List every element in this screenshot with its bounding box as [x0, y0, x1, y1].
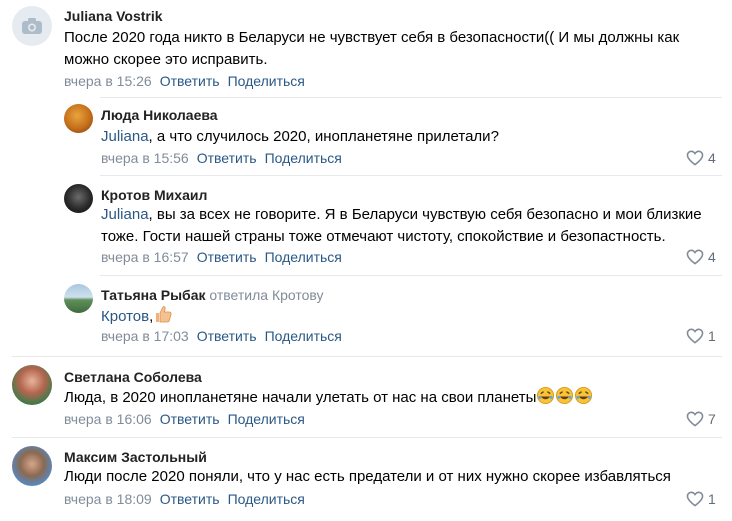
share-button[interactable]: Поделиться — [228, 491, 305, 507]
comment-time[interactable]: вчера в 16:06 — [64, 411, 152, 427]
heart-outline-icon — [686, 150, 704, 166]
comment-time[interactable]: вчера в 18:09 — [64, 491, 152, 507]
camera-icon — [22, 18, 42, 34]
author-name[interactable]: Кротов Михаил — [101, 187, 207, 203]
comment-time[interactable]: вчера в 15:26 — [64, 73, 152, 89]
mention-link[interactable]: Juliana — [101, 206, 149, 223]
like-button[interactable]: 1 — [686, 328, 716, 344]
avatar[interactable] — [12, 446, 52, 486]
mention-link[interactable]: Кротов — [101, 308, 149, 325]
avatar[interactable] — [12, 6, 52, 46]
share-button[interactable]: Поделиться — [228, 73, 305, 89]
like-count: 1 — [708, 328, 716, 344]
divider — [12, 356, 722, 357]
comment-text: После 2020 года никто в Беларуси не чувс… — [64, 29, 680, 68]
like-count: 4 — [708, 150, 716, 166]
avatar[interactable] — [64, 184, 93, 213]
author-name[interactable]: Светлана Соболева — [64, 369, 202, 385]
reply-button[interactable]: Ответить — [197, 150, 257, 166]
divider — [100, 97, 722, 98]
like-button[interactable]: 4 — [686, 249, 716, 265]
thumbs-up-emoji-icon — [153, 304, 173, 324]
comment-text: Люда, в 2020 инопланетяне начали улетать… — [64, 386, 704, 409]
like-count: 1 — [708, 491, 716, 507]
divider — [100, 175, 722, 176]
rofl-emoji-icon — [574, 386, 593, 405]
reply-button[interactable]: Ответить — [160, 411, 220, 427]
comment-time[interactable]: вчера в 15:56 — [101, 150, 189, 166]
rofl-emoji-icon — [536, 386, 555, 405]
reply-button[interactable]: Ответить — [160, 73, 220, 89]
share-button[interactable]: Поделиться — [265, 249, 342, 265]
share-button[interactable]: Поделиться — [228, 411, 305, 427]
reply-button[interactable]: Ответить — [197, 249, 257, 265]
like-button[interactable]: 4 — [686, 150, 716, 166]
heart-outline-icon — [686, 411, 704, 427]
like-count: 7 — [708, 411, 716, 427]
heart-outline-icon — [686, 249, 704, 265]
author-name[interactable]: Максим Застольный — [64, 449, 207, 465]
like-count: 4 — [708, 249, 716, 265]
share-button[interactable]: Поделиться — [265, 150, 342, 166]
author-name[interactable]: Juliana Vostrik — [64, 8, 163, 24]
comment-text: Люди после 2020 поняли, что у нас есть п… — [64, 468, 671, 485]
share-button[interactable]: Поделиться — [265, 328, 342, 344]
avatar[interactable] — [12, 365, 52, 405]
author-name[interactable]: Люда Николаева — [101, 107, 218, 123]
author-name[interactable]: Татьяна Рыбак — [101, 287, 206, 303]
avatar[interactable] — [64, 284, 93, 313]
avatar[interactable] — [64, 104, 93, 133]
like-button[interactable]: 7 — [686, 411, 716, 427]
reply-button[interactable]: Ответить — [197, 328, 257, 344]
comment-time[interactable]: вчера в 17:03 — [101, 328, 189, 344]
like-button[interactable]: 1 — [686, 491, 716, 507]
mention-link[interactable]: Juliana — [101, 128, 149, 145]
heart-outline-icon — [686, 491, 704, 507]
divider — [100, 275, 722, 276]
divider — [12, 437, 722, 438]
comment-text: Juliana, вы за всех не говорите. Я в Бел… — [101, 206, 702, 245]
comment-text: Juliana, а что случилось 2020, инопланет… — [101, 128, 499, 145]
comment-time[interactable]: вчера в 16:57 — [101, 249, 189, 265]
comment-text: Кротов, — [101, 304, 701, 328]
reply-button[interactable]: Ответить — [160, 491, 220, 507]
rofl-emoji-icon — [555, 386, 574, 405]
replied-to-label[interactable]: ответила Кротову — [209, 287, 323, 303]
heart-outline-icon — [686, 328, 704, 344]
